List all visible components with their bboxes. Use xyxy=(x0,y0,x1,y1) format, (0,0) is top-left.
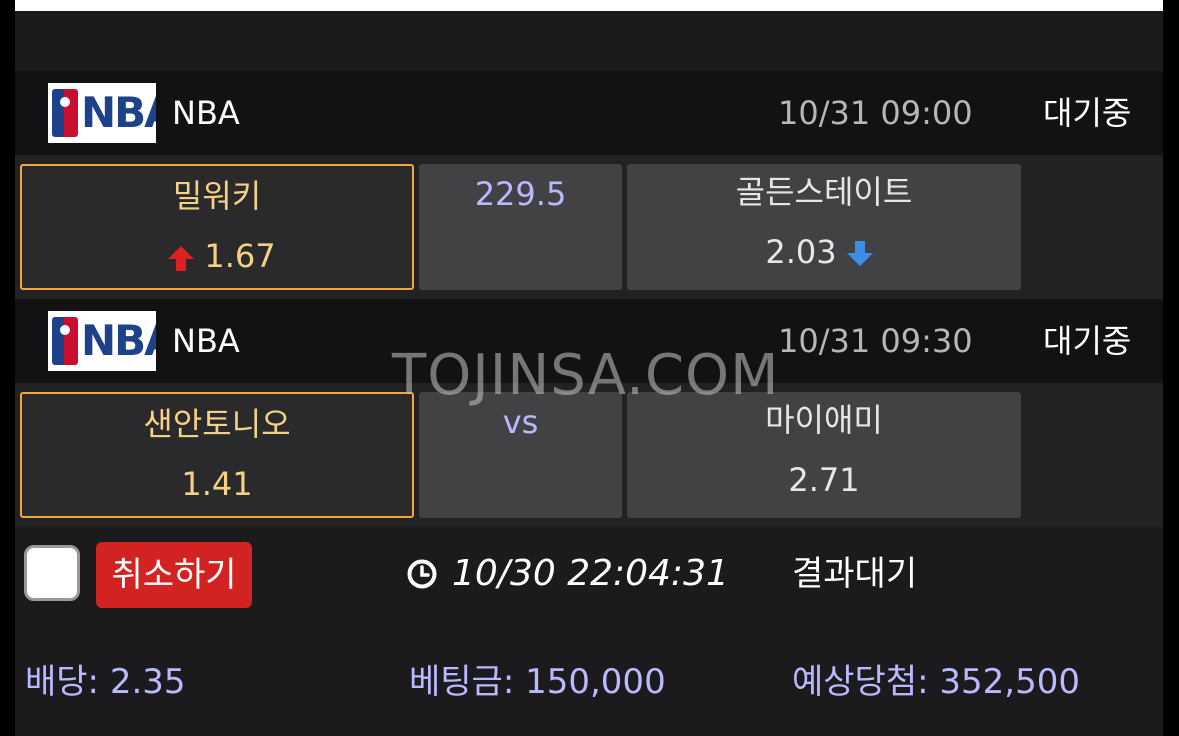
match-1-status: 대기중 xyxy=(1043,94,1132,132)
expected-win: 예상당첨: 352,500 xyxy=(792,662,1080,702)
match-2-time: 10/31 09:30 xyxy=(778,322,973,360)
match-1-league: NBA xyxy=(172,94,240,132)
cancel-button[interactable]: 취소하기 xyxy=(96,542,252,608)
match-1-home-odds: 1.67 xyxy=(204,237,276,275)
match-2-home-team: 샌안토니오 xyxy=(143,405,291,443)
match-2-vs-option[interactable]: vs xyxy=(419,392,622,518)
match-2-vs: vs xyxy=(502,403,539,441)
down-arrow-icon xyxy=(846,241,873,266)
match-1-total: 229.5 xyxy=(474,175,567,213)
up-arrow-icon xyxy=(168,246,195,271)
select-checkbox[interactable] xyxy=(24,545,80,601)
match-2-away-option[interactable]: 마이애미 2.71 xyxy=(627,392,1021,518)
match-2-league: NBA xyxy=(172,322,240,360)
match-2-away-team: 마이애미 xyxy=(765,401,883,439)
result-status: 결과대기 xyxy=(792,554,918,594)
match-1-home-option[interactable]: 밀워키 1.67 xyxy=(20,164,414,290)
match-1-time: 10/31 09:00 xyxy=(778,94,973,132)
match-1-home-team: 밀워키 xyxy=(172,177,262,215)
match-1-away-odds-line: 2.03 xyxy=(627,232,1021,272)
clock-icon xyxy=(407,559,437,589)
match-2-status: 대기중 xyxy=(1043,322,1132,360)
match-2-home-option[interactable]: 샌안토니오 1.41 xyxy=(20,392,414,518)
match-2-away-odds: 2.71 xyxy=(788,461,860,499)
match-1-away-odds: 2.03 xyxy=(765,233,837,271)
match-1-home-odds-line: 1.67 xyxy=(22,236,412,276)
nba-logo: NBA xyxy=(48,83,156,143)
match-1-away-team: 골든스테이트 xyxy=(735,173,913,211)
match-2-home-odds: 1.41 xyxy=(181,465,253,503)
match-1-total-option[interactable]: 229.5 xyxy=(419,164,622,290)
match-1-away-option[interactable]: 골든스테이트 2.03 xyxy=(627,164,1021,290)
bet-time: 10/30 22:04:31 xyxy=(452,553,729,594)
top-white-bar xyxy=(15,0,1163,11)
nba-logo: NBA xyxy=(48,311,156,371)
total-odds: 배당: 2.35 xyxy=(25,662,186,702)
bet-amount: 베팅금: 150,000 xyxy=(409,662,666,702)
